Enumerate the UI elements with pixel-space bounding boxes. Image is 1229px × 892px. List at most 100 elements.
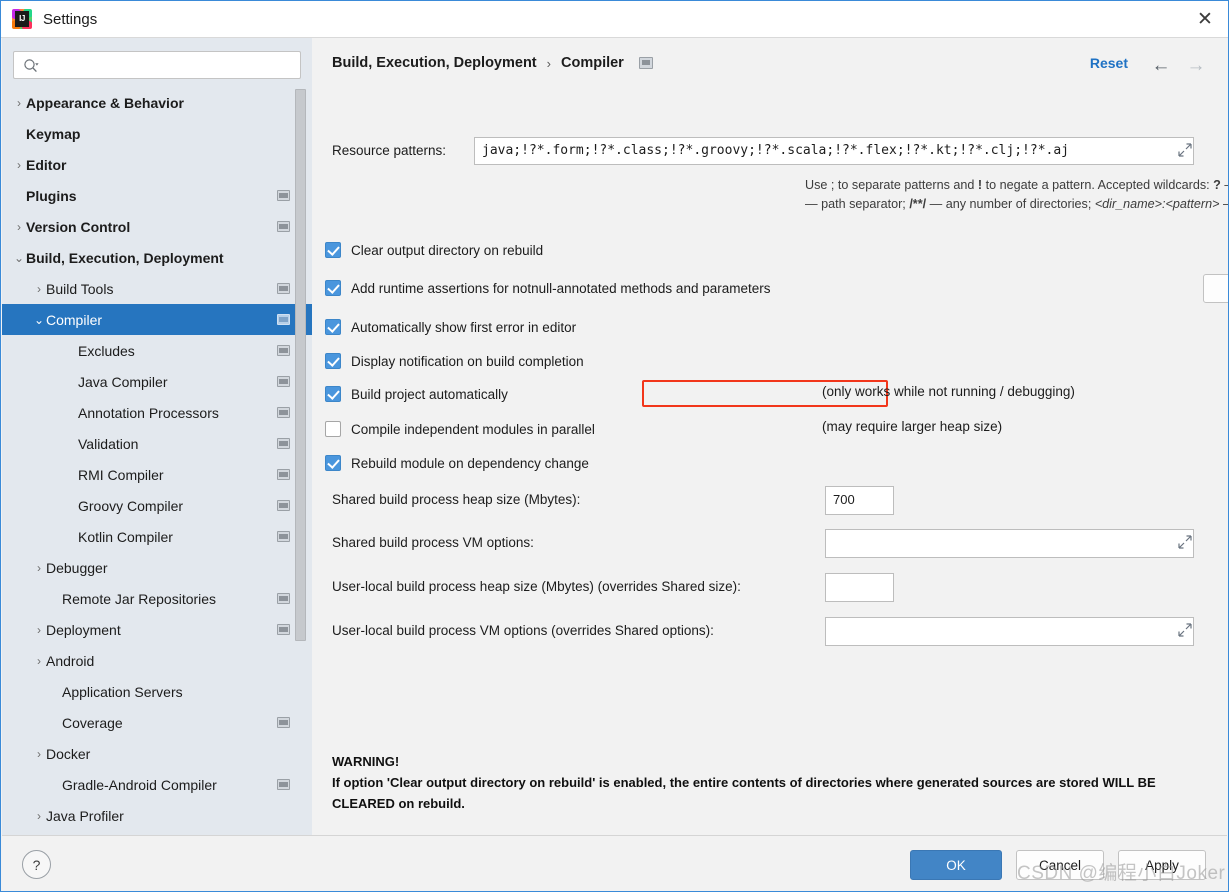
project-scope-icon: [277, 221, 290, 232]
window-title: Settings: [43, 10, 98, 28]
sidebar-item-java-compiler[interactable]: Java Compiler: [2, 366, 312, 397]
sidebar-item-label: RMI Compiler: [78, 466, 164, 483]
sidebar-item-kotlin-compiler[interactable]: Kotlin Compiler: [2, 521, 312, 552]
chevron-down-icon[interactable]: ⌄: [32, 313, 46, 327]
sidebar-item-docker[interactable]: › Docker: [2, 738, 312, 769]
checkbox-build-project-automatically[interactable]: Build project automatically: [325, 384, 508, 404]
project-scope-icon: [277, 283, 290, 294]
sidebar-item-compiler[interactable]: ⌄ Compiler: [2, 304, 312, 335]
sidebar-scrollbar-thumb[interactable]: [295, 89, 306, 641]
sidebar-item-debugger[interactable]: › Debugger: [2, 552, 312, 583]
reset-link[interactable]: Reset: [1090, 55, 1128, 71]
sidebar-item-label: Validation: [78, 435, 139, 452]
checkbox-display-notification[interactable]: Display notification on build completion: [325, 351, 584, 371]
sidebar-item-label: Excludes: [78, 342, 135, 359]
sidebar-item-rmi-compiler[interactable]: RMI Compiler: [2, 459, 312, 490]
resource-patterns-label: Resource patterns:: [332, 143, 447, 158]
close-icon[interactable]: ✕: [1182, 1, 1228, 37]
chevron-right-icon[interactable]: ›: [32, 747, 46, 761]
sidebar-item-editor[interactable]: › Editor: [2, 149, 312, 180]
sidebar-item-remote-jar-repositories[interactable]: Remote Jar Repositories: [2, 583, 312, 614]
help-button[interactable]: ?: [22, 850, 51, 879]
checkbox-clear-output-directory[interactable]: Clear output directory on rebuild: [325, 240, 543, 260]
checkbox-compile-modules-parallel[interactable]: Compile independent modules in parallel: [325, 419, 595, 439]
arrow-left-icon[interactable]: ←: [1149, 54, 1173, 78]
chevron-right-icon[interactable]: ›: [32, 561, 46, 575]
sidebar-item-build-execution-deployment[interactable]: ⌄ Build, Execution, Deployment: [2, 242, 312, 273]
shared-heap-input[interactable]: 700: [825, 486, 894, 515]
checkbox-label: Compile independent modules in parallel: [351, 421, 595, 437]
project-scope-icon: [277, 779, 290, 790]
sidebar-item-validation[interactable]: Validation: [2, 428, 312, 459]
user-local-heap-input[interactable]: [825, 573, 894, 602]
chevron-right-icon[interactable]: ›: [32, 623, 46, 637]
sidebar-item-annotation-processors[interactable]: Annotation Processors: [2, 397, 312, 428]
search-input[interactable]: [44, 52, 298, 80]
warning-body: If option 'Clear output directory on reb…: [332, 775, 1156, 811]
shared-vm-options-label: Shared build process VM options:: [332, 535, 534, 550]
chevron-right-icon[interactable]: ›: [32, 809, 46, 823]
chevron-right-icon[interactable]: ›: [32, 282, 46, 296]
project-scope-icon: [277, 500, 290, 511]
checkbox-rebuild-module-on-dependency-change[interactable]: Rebuild module on dependency change: [325, 453, 589, 473]
arrow-right-icon[interactable]: →: [1184, 54, 1208, 78]
sidebar-item-java-profiler[interactable]: › Java Profiler: [2, 800, 312, 831]
breadcrumb-parent[interactable]: Build, Execution, Deployment: [332, 55, 537, 71]
project-scope-icon: [277, 717, 290, 728]
cancel-button[interactable]: Cancel: [1016, 850, 1104, 880]
project-scope-icon: [277, 624, 290, 635]
sidebar-item-excludes[interactable]: Excludes: [2, 335, 312, 366]
user-local-vm-options-label: User-local build process VM options (ove…: [332, 623, 714, 638]
checkbox-label: Build project automatically: [351, 386, 508, 402]
search-box[interactable]: [13, 51, 301, 80]
project-scope-icon: [277, 190, 290, 201]
apply-button[interactable]: Apply: [1118, 850, 1206, 880]
sidebar-item-plugins[interactable]: Plugins: [2, 180, 312, 211]
settings-dialog: Settings ✕ ›Appearance & BehaviorKeymap›…: [0, 0, 1229, 892]
sidebar-item-label: Version Control: [26, 218, 131, 235]
sidebar-item-label: Coverage: [62, 714, 123, 731]
sidebar-item-coverage[interactable]: Coverage: [2, 707, 312, 738]
chevron-right-icon[interactable]: ›: [32, 654, 46, 668]
sidebar-item-label: Gradle-Android Compiler: [62, 776, 217, 793]
sidebar-item-deployment[interactable]: › Deployment: [2, 614, 312, 645]
checkbox-icon: [325, 242, 341, 258]
breadcrumb-separator-icon: ›: [546, 55, 551, 71]
sidebar-item-label: Docker: [46, 745, 91, 762]
sidebar-item-label: Java Profiler: [46, 807, 124, 824]
checkbox-label: Automatically show first error in editor: [351, 319, 577, 335]
sidebar-item-label: Groovy Compiler: [78, 497, 184, 514]
project-scope-icon: [277, 345, 290, 356]
sidebar-item-label: Deployment: [46, 621, 121, 638]
checkbox-icon: [325, 353, 341, 369]
shared-vm-options-input[interactable]: [825, 529, 1194, 558]
resource-patterns-input[interactable]: java;!?*.form;!?*.class;!?*.groovy;!?*.s…: [474, 137, 1194, 165]
configure-annotations-button[interactable]: Configure annotations...: [1203, 274, 1228, 303]
sidebar-item-appearance-behavior[interactable]: › Appearance & Behavior: [2, 87, 312, 118]
sidebar-item-keymap[interactable]: Keymap: [2, 118, 312, 149]
chevron-right-icon[interactable]: ›: [12, 220, 26, 234]
sidebar-item-version-control[interactable]: › Version Control: [2, 211, 312, 242]
checkbox-icon: [325, 455, 341, 471]
checkbox-auto-show-first-error[interactable]: Automatically show first error in editor: [325, 317, 576, 337]
sidebar-item-application-servers[interactable]: Application Servers: [2, 676, 312, 707]
chevron-down-icon[interactable]: ⌄: [12, 251, 26, 265]
sidebar-item-android[interactable]: › Android: [2, 645, 312, 676]
checkbox-add-runtime-assertions[interactable]: Add runtime assertions for notnull-annot…: [325, 278, 771, 298]
project-scope-icon: [277, 407, 290, 418]
sidebar-item-label: Debugger: [46, 559, 108, 576]
user-local-vm-options-input[interactable]: [825, 617, 1194, 646]
settings-sidebar: › Appearance & Behavior Keymap › Editor Plugi…: [2, 38, 312, 836]
sidebar-scrollbar-track[interactable]: [295, 89, 306, 829]
checkbox-label: Add runtime assertions for notnull-annot…: [351, 280, 771, 296]
sidebar-item-groovy-compiler[interactable]: Groovy Compiler: [2, 490, 312, 521]
project-scope-icon: [277, 376, 290, 387]
warning-title: WARNING!: [332, 754, 400, 769]
sidebar-item-gradle-android-compiler[interactable]: Gradle-Android Compiler: [2, 769, 312, 800]
chevron-right-icon[interactable]: ›: [12, 158, 26, 172]
breadcrumb-current: Compiler: [560, 55, 624, 71]
sidebar-item-label: Java Compiler: [78, 373, 168, 390]
sidebar-item-build-tools[interactable]: › Build Tools: [2, 273, 312, 304]
ok-button[interactable]: OK: [910, 850, 1002, 880]
chevron-right-icon[interactable]: ›: [12, 96, 26, 110]
